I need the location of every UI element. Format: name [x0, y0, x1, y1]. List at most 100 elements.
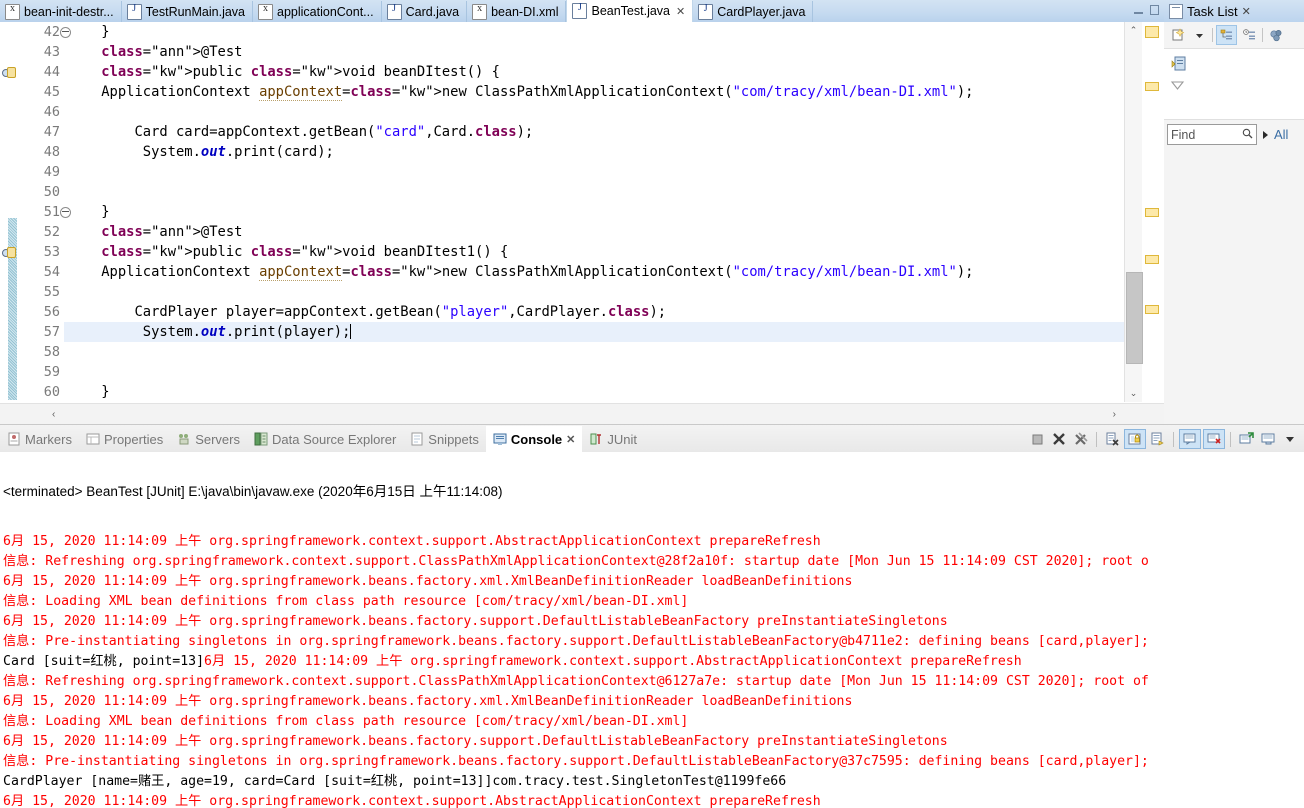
editor-tab-bean-di-xml[interactable]: bean-DI.xml	[467, 1, 567, 22]
code-region[interactable]: 42 43 44 45 46 47 48 49 50 51 52 53 54 55 56 57 58 59 60 }…	[0, 22, 1164, 402]
remove-all-terminated-button[interactable]	[1071, 430, 1091, 448]
line-number-ruler: 42 43 44 45 46 47 48 49 50 51 52 53 54 55 56 57 58 59 60	[2, 22, 71, 402]
warning-marker-icon[interactable]	[2, 246, 16, 258]
source-code-text[interactable]: } class="ann">@Test class="kw">public cl…	[64, 22, 1124, 402]
code-line[interactable]: CardPlayer player=appContext.getBean("pl…	[64, 302, 1124, 322]
show-console-on-output-button[interactable]	[1179, 429, 1201, 449]
scroll-lock-button[interactable]	[1124, 429, 1146, 449]
maximize-editor-button[interactable]	[1148, 5, 1161, 16]
word-wrap-button[interactable]	[1148, 430, 1168, 448]
task-list-tab[interactable]: Task List ✕	[1164, 0, 1304, 22]
console-tab-markers[interactable]: Markers	[0, 426, 79, 453]
task-list-all-link[interactable]: All	[1274, 127, 1288, 142]
console-tab-properties[interactable]: Properties	[79, 426, 170, 453]
new-task-dropdown-arrow-icon[interactable]	[1190, 26, 1209, 44]
editor-tab-close-icon[interactable]: ✕	[676, 5, 685, 18]
overview-marker[interactable]	[1145, 305, 1159, 314]
console-tab-snippets[interactable]: Snippets	[403, 426, 486, 453]
editor-tab-card-java[interactable]: Card.java	[382, 1, 468, 22]
overview-marker[interactable]	[1145, 26, 1159, 38]
warning-marker-icon[interactable]	[2, 66, 16, 78]
line-number: 59	[18, 362, 64, 382]
editor-scroll-thumb[interactable]	[1126, 272, 1143, 364]
code-line[interactable]: ApplicationContext appContext=class="kw"…	[64, 82, 1124, 102]
code-line[interactable]: System.out.print(player);	[64, 322, 1124, 342]
task-list-find-field[interactable]: Find	[1167, 124, 1257, 145]
code-line[interactable]: }	[64, 22, 1124, 42]
junit-icon	[589, 432, 603, 446]
minimize-editor-button[interactable]	[1132, 5, 1145, 16]
editor-vertical-scrollbar[interactable]: ⌃ ⌄	[1124, 22, 1143, 402]
code-line[interactable]	[64, 182, 1124, 202]
overview-marker[interactable]	[1145, 255, 1159, 264]
console-stderr-text: 6月 15, 2020 11:14:09 上午 org.springframew…	[3, 534, 821, 549]
search-icon[interactable]	[1242, 128, 1253, 142]
hscroll-right-arrow-icon[interactable]: ›	[1113, 409, 1164, 420]
scroll-up-arrow-icon[interactable]: ⌃	[1125, 22, 1142, 39]
code-line[interactable]	[64, 162, 1124, 182]
editor-tab-bean-init-destr-[interactable]: bean-init-destr...	[0, 1, 122, 22]
code-line[interactable]: ApplicationContext appContext=class="kw"…	[64, 262, 1124, 282]
console-tab-data-source-explorer[interactable]: Data Source Explorer	[247, 426, 403, 453]
console-stderr-text: 信息: Pre-instantiating singletons in org.…	[3, 634, 1149, 649]
new-task-button[interactable]	[1168, 26, 1187, 44]
pin-console-button[interactable]	[1236, 430, 1256, 448]
code-line[interactable]	[64, 282, 1124, 302]
code-line[interactable]: System.out.print(card);	[64, 142, 1124, 162]
focus-on-workweek-button[interactable]	[1266, 26, 1285, 44]
show-console-on-error-button[interactable]	[1203, 429, 1225, 449]
console-tab-console[interactable]: Console ✕	[485, 425, 583, 453]
scheduled-presentation-button[interactable]	[1240, 26, 1259, 44]
code-line[interactable]: class="kw">public class="kw">void beanDI…	[64, 242, 1124, 262]
console-tab-junit[interactable]: JUnit	[582, 426, 644, 453]
remove-launch-button[interactable]	[1049, 430, 1069, 448]
console-output[interactable]: <terminated> BeanTest [JUnit] E:\java\bi…	[0, 452, 1304, 808]
line-number: 43	[18, 42, 64, 62]
display-selected-console-button[interactable]	[1258, 430, 1278, 448]
code-line[interactable]: class="ann">@Test	[64, 42, 1124, 62]
code-line[interactable]: class="ann">@Test	[64, 222, 1124, 242]
code-line[interactable]: Card card=appContext.getBean("card",Card…	[64, 122, 1124, 142]
editor-overview-ruler[interactable]	[1143, 22, 1160, 402]
clear-console-button[interactable]	[1102, 430, 1122, 448]
line-number-label: 53	[43, 244, 60, 260]
code-line[interactable]	[64, 102, 1124, 122]
editor-tab-beantest-java[interactable]: BeanTest.java ✕	[566, 0, 694, 22]
editor-tab-testrunmain-java[interactable]: TestRunMain.java	[122, 1, 253, 22]
code-line[interactable]	[64, 342, 1124, 362]
categorized-presentation-button[interactable]	[1216, 25, 1237, 45]
console-tab-servers[interactable]: Servers	[170, 426, 247, 453]
console-output-line: 信息: Refreshing org.springframework.conte…	[0, 672, 1304, 692]
hscroll-left-arrow-icon[interactable]: ‹	[0, 409, 55, 420]
line-number: 45	[18, 82, 64, 102]
code-line[interactable]: class="kw">public class="kw">void beanDI…	[64, 62, 1124, 82]
editor-tab-label: Card.java	[405, 4, 460, 19]
code-line[interactable]	[64, 362, 1124, 382]
editor-tab-label: applicationCont...	[277, 4, 374, 19]
java-file-icon	[126, 3, 142, 20]
task-list-close-icon[interactable]: ✕	[1242, 5, 1251, 18]
code-line[interactable]: }	[64, 382, 1124, 402]
overview-marker[interactable]	[1145, 208, 1159, 217]
terminate-all-button[interactable]	[1027, 430, 1047, 448]
console-tab-close-icon[interactable]: ✕	[566, 433, 575, 446]
code-line[interactable]: }	[64, 202, 1124, 222]
console-stdout-text: CardPlayer [name=赌王, age=19, card=Card […	[3, 774, 787, 789]
editor-tab-cardplayer-java[interactable]: CardPlayer.java	[693, 1, 814, 22]
console-stderr-text: 6月 15, 2020 11:14:09 上午 org.springframew…	[204, 654, 1022, 669]
console-output-line: CardPlayer [name=赌王, age=19, card=Card […	[0, 772, 1304, 792]
filter-chevron-icon[interactable]	[1170, 79, 1186, 97]
line-number-label: 47	[43, 124, 60, 140]
open-console-dropdown-icon[interactable]	[1280, 430, 1300, 448]
expand-all-arrow-icon[interactable]	[1263, 130, 1268, 139]
task-list-query-icon[interactable]	[1170, 55, 1188, 78]
editor-tab-label: bean-init-destr...	[24, 4, 114, 19]
line-number-label: 57	[43, 324, 60, 340]
scroll-down-arrow-icon[interactable]: ⌄	[1125, 385, 1142, 402]
editor-horizontal-scrollbar[interactable]: ‹ ›	[0, 403, 1164, 424]
overview-marker[interactable]	[1145, 82, 1159, 91]
console-output-line: 信息: Loading XML bean definitions from cl…	[0, 592, 1304, 612]
task-list-content[interactable]	[1164, 49, 1304, 120]
line-number: 52	[18, 222, 64, 242]
editor-tab-applicationcont-[interactable]: applicationCont...	[253, 1, 382, 22]
